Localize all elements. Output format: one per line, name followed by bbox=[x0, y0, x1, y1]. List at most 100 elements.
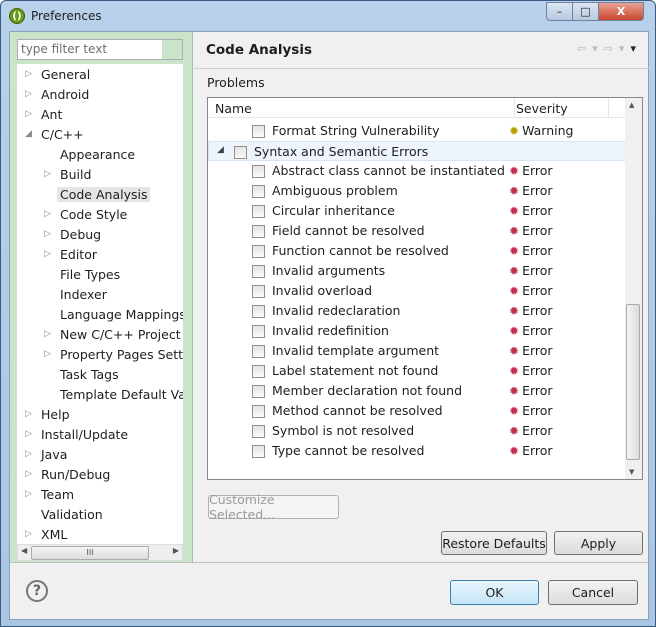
expand-arrow-icon[interactable]: ▷ bbox=[25, 425, 32, 444]
checkbox[interactable] bbox=[252, 445, 265, 458]
checkbox[interactable] bbox=[252, 185, 265, 198]
scroll-right-icon[interactable]: ▶ bbox=[173, 546, 179, 555]
tree-item[interactable]: ◢ C/C++ bbox=[25, 125, 84, 144]
checkbox[interactable] bbox=[252, 405, 265, 418]
tree-item[interactable]: ▷ Java bbox=[25, 445, 67, 464]
checkbox[interactable] bbox=[252, 365, 265, 378]
severity[interactable]: ✹ Error bbox=[509, 203, 553, 218]
expand-arrow-icon[interactable]: ▷ bbox=[44, 165, 51, 184]
severity[interactable]: ✹ Error bbox=[509, 283, 553, 298]
severity[interactable]: ✹ Error bbox=[509, 383, 553, 398]
tree-item[interactable]: ▷ Android bbox=[25, 85, 89, 104]
severity[interactable]: ✹ Error bbox=[509, 163, 553, 178]
tree-item[interactable]: ▷ Code Style bbox=[44, 205, 127, 224]
expand-arrow-icon[interactable]: ▷ bbox=[25, 405, 32, 424]
tree-item[interactable]: ▷ Ant bbox=[25, 105, 62, 124]
checkbox[interactable] bbox=[252, 325, 265, 338]
tree-item[interactable]: ▷ Build bbox=[44, 165, 91, 184]
help-icon[interactable]: ? bbox=[26, 580, 48, 602]
table-row[interactable]: Circular inheritance ✹ Error bbox=[208, 201, 626, 221]
checkbox[interactable] bbox=[234, 146, 247, 159]
scroll-thumb[interactable] bbox=[626, 304, 640, 460]
table-row[interactable]: Abstract class cannot be instantiated ✹ Er… bbox=[208, 161, 626, 181]
table-row[interactable]: Format String Vulnerability ✹ Warning bbox=[208, 121, 626, 141]
table-row[interactable]: Function cannot be resolved ✹ Error bbox=[208, 241, 626, 261]
expand-arrow-icon[interactable]: ▷ bbox=[25, 525, 32, 544]
severity[interactable]: ✹ Error bbox=[509, 343, 553, 358]
table-row[interactable]: Method cannot be resolved ✹ Error bbox=[208, 401, 626, 421]
severity[interactable]: ✹ Error bbox=[509, 183, 553, 198]
severity[interactable]: ✹ Error bbox=[509, 263, 553, 278]
severity[interactable]: ✹ Error bbox=[509, 443, 553, 458]
ok-button[interactable]: OK bbox=[450, 580, 539, 605]
expand-arrow-icon[interactable]: ▷ bbox=[25, 65, 32, 84]
table-row[interactable]: Invalid redefinition ✹ Error bbox=[208, 321, 626, 341]
table-row[interactable]: Invalid redeclaration ✹ Error bbox=[208, 301, 626, 321]
table-row[interactable]: Symbol is not resolved ✹ Error bbox=[208, 421, 626, 441]
scroll-thumb[interactable]: III bbox=[31, 546, 149, 560]
close-button[interactable]: X bbox=[598, 2, 644, 21]
view-menu-icon[interactable]: ▾ bbox=[630, 42, 642, 55]
expand-arrow-icon[interactable]: ▷ bbox=[25, 485, 32, 504]
table-row[interactable]: Invalid arguments ✹ Error bbox=[208, 261, 626, 281]
back-icon[interactable]: ⇦▾ bbox=[577, 42, 604, 55]
forward-icon[interactable]: ⇨▾ bbox=[604, 42, 631, 55]
checkbox[interactable] bbox=[252, 425, 265, 438]
expand-arrow-icon[interactable]: ▷ bbox=[25, 85, 32, 104]
tree-item[interactable]: ▷ Help bbox=[25, 405, 70, 424]
tree-item[interactable]: ▷ New C/C++ Project W bbox=[44, 325, 183, 344]
tree-item[interactable]: Language Mappings bbox=[60, 305, 183, 324]
checkbox[interactable] bbox=[252, 245, 265, 258]
table-row[interactable]: Field cannot be resolved ✹ Error bbox=[208, 221, 626, 241]
tree-item[interactable]: ▷ Property Pages Settin bbox=[44, 345, 183, 364]
severity[interactable]: ✹ Error bbox=[509, 323, 553, 338]
severity[interactable]: ✹ Error bbox=[509, 243, 553, 258]
table-vertical-scrollbar[interactable]: ▲ ▼ bbox=[625, 98, 642, 479]
checkbox[interactable] bbox=[252, 285, 265, 298]
tree-item[interactable]: Task Tags bbox=[60, 365, 119, 384]
tree-item[interactable]: ▷ XML bbox=[25, 525, 67, 544]
expand-arrow-icon[interactable]: ▷ bbox=[25, 465, 32, 484]
expand-arrow-icon[interactable]: ▷ bbox=[44, 325, 51, 344]
checkbox[interactable] bbox=[252, 205, 265, 218]
tree-horizontal-scrollbar[interactable]: ◀ III ▶ bbox=[17, 544, 183, 561]
tree-item[interactable]: File Types bbox=[60, 265, 120, 284]
customize-selected-button[interactable]: Customize Selected... bbox=[208, 492, 339, 522]
tree-item[interactable]: Code Analysis bbox=[57, 185, 151, 204]
collapse-arrow-icon[interactable]: ◢ bbox=[25, 125, 32, 144]
tree-item[interactable]: Validation bbox=[41, 505, 103, 524]
checkbox[interactable] bbox=[252, 305, 265, 318]
column-severity[interactable]: Severity bbox=[514, 98, 568, 118]
clear-filter-icon[interactable] bbox=[162, 40, 182, 59]
severity[interactable]: ✹ Error bbox=[509, 223, 553, 238]
minimize-button[interactable]: – bbox=[546, 2, 573, 21]
table-row[interactable]: Type cannot be resolved ✹ Error bbox=[208, 441, 626, 461]
checkbox[interactable] bbox=[252, 125, 265, 138]
checkbox[interactable] bbox=[252, 385, 265, 398]
table-row[interactable]: Invalid template argument ✹ Error bbox=[208, 341, 626, 361]
table-row[interactable]: Member declaration not found ✹ Error bbox=[208, 381, 626, 401]
scroll-left-icon[interactable]: ◀ bbox=[21, 546, 27, 555]
expand-arrow-icon[interactable]: ▷ bbox=[25, 105, 32, 124]
checkbox[interactable] bbox=[252, 165, 265, 178]
expand-arrow-icon[interactable]: ▷ bbox=[44, 225, 51, 244]
expand-arrow-icon[interactable]: ▷ bbox=[25, 445, 32, 464]
table-row[interactable]: Invalid overload ✹ Error bbox=[208, 281, 626, 301]
severity[interactable]: ✹ Error bbox=[509, 403, 553, 418]
scroll-up-icon[interactable]: ▲ bbox=[629, 101, 634, 109]
severity[interactable]: ✹ Error bbox=[509, 423, 553, 438]
collapse-arrow-icon[interactable]: ◢ bbox=[217, 145, 224, 155]
checkbox[interactable] bbox=[252, 225, 265, 238]
tree-item[interactable]: ▷ Editor bbox=[44, 245, 97, 264]
checkbox[interactable] bbox=[252, 265, 265, 278]
expand-arrow-icon[interactable]: ▷ bbox=[44, 245, 51, 264]
restore-defaults-button[interactable]: Restore Defaults bbox=[441, 531, 547, 555]
checkbox[interactable] bbox=[252, 345, 265, 358]
tree-item[interactable]: Indexer bbox=[60, 285, 107, 304]
expand-arrow-icon[interactable]: ▷ bbox=[44, 205, 51, 224]
tree-item[interactable]: Appearance bbox=[60, 145, 135, 164]
tree-item[interactable]: ▷ General bbox=[25, 65, 90, 84]
cancel-button[interactable]: Cancel bbox=[548, 580, 638, 605]
tree-item[interactable]: Template Default Valu bbox=[60, 385, 183, 404]
table-row[interactable]: Label statement not found ✹ Error bbox=[208, 361, 626, 381]
